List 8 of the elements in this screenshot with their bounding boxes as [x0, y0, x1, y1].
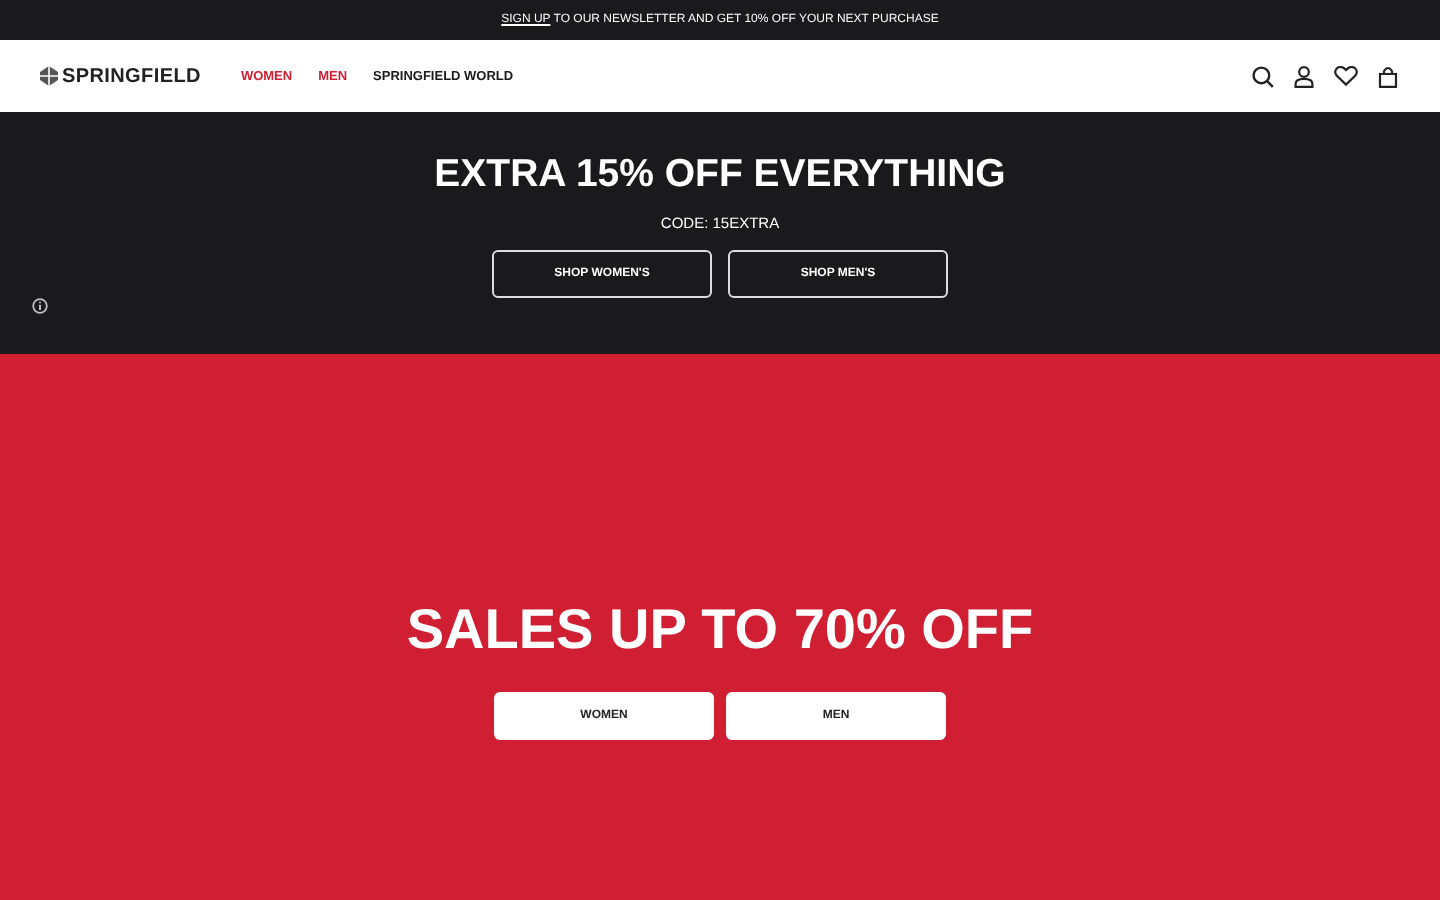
logo-icon — [40, 66, 58, 86]
promo-heading: EXTRA 15% OFF EVERYTHING — [434, 152, 1006, 196]
sale-heading: SALES UP TO 70% OFF — [406, 598, 1034, 662]
user-icon[interactable] — [1294, 65, 1314, 87]
info-icon[interactable] — [32, 298, 48, 314]
search-icon[interactable] — [1252, 65, 1274, 87]
heart-icon[interactable] — [1334, 66, 1358, 86]
bag-icon[interactable] — [1378, 65, 1398, 87]
